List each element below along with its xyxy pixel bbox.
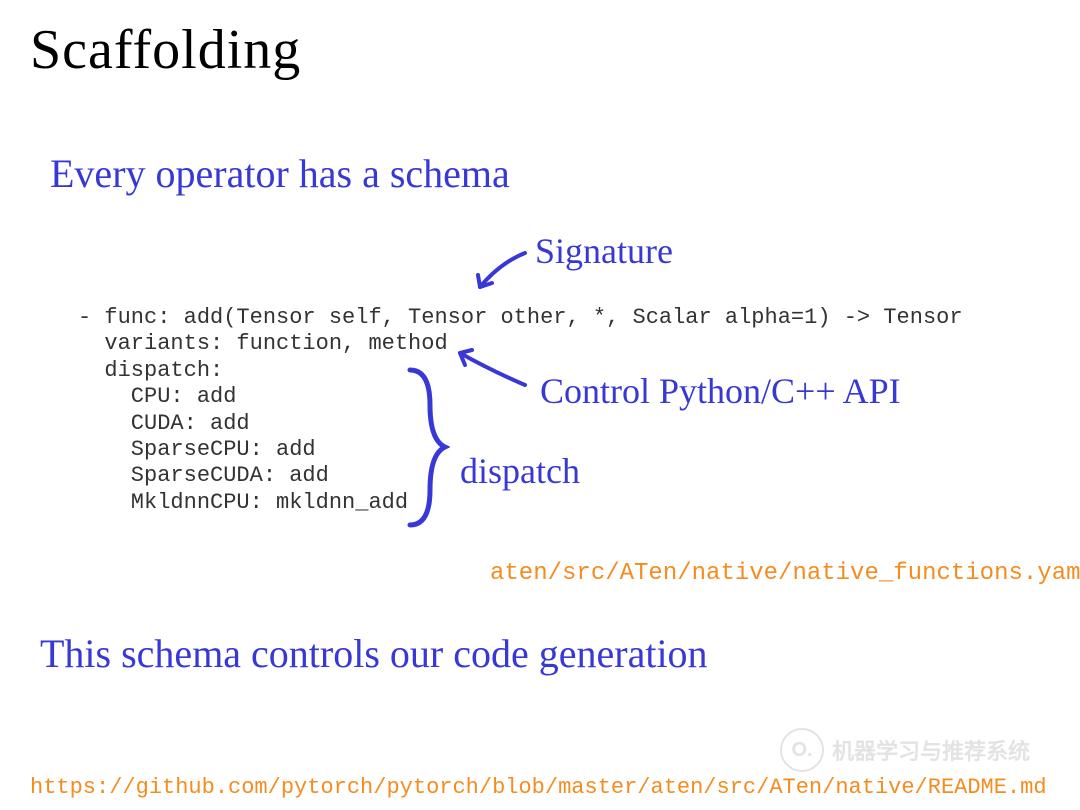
arrow-to-variants-icon xyxy=(450,345,530,390)
slide-title: Scaffolding xyxy=(30,18,301,82)
arrow-to-signature-icon xyxy=(470,245,530,295)
file-path-text: aten/src/ATen/native/native_functions.ya… xyxy=(490,560,1080,587)
annotation-signature: Signature xyxy=(535,230,673,272)
annotation-dispatch: dispatch xyxy=(460,450,580,492)
handwritten-line-codegen: This schema controls our code generation xyxy=(40,630,708,677)
watermark-text: 机器学习与推荐系统 xyxy=(832,734,1030,766)
watermark: O. 机器学习与推荐系统 xyxy=(780,720,1050,780)
watermark-logo-icon: O. xyxy=(780,728,824,772)
annotation-control-api: Control Python/C++ API xyxy=(540,370,901,412)
handwritten-line-schema: Every operator has a schema xyxy=(50,150,510,197)
curly-brace-icon xyxy=(400,365,450,530)
